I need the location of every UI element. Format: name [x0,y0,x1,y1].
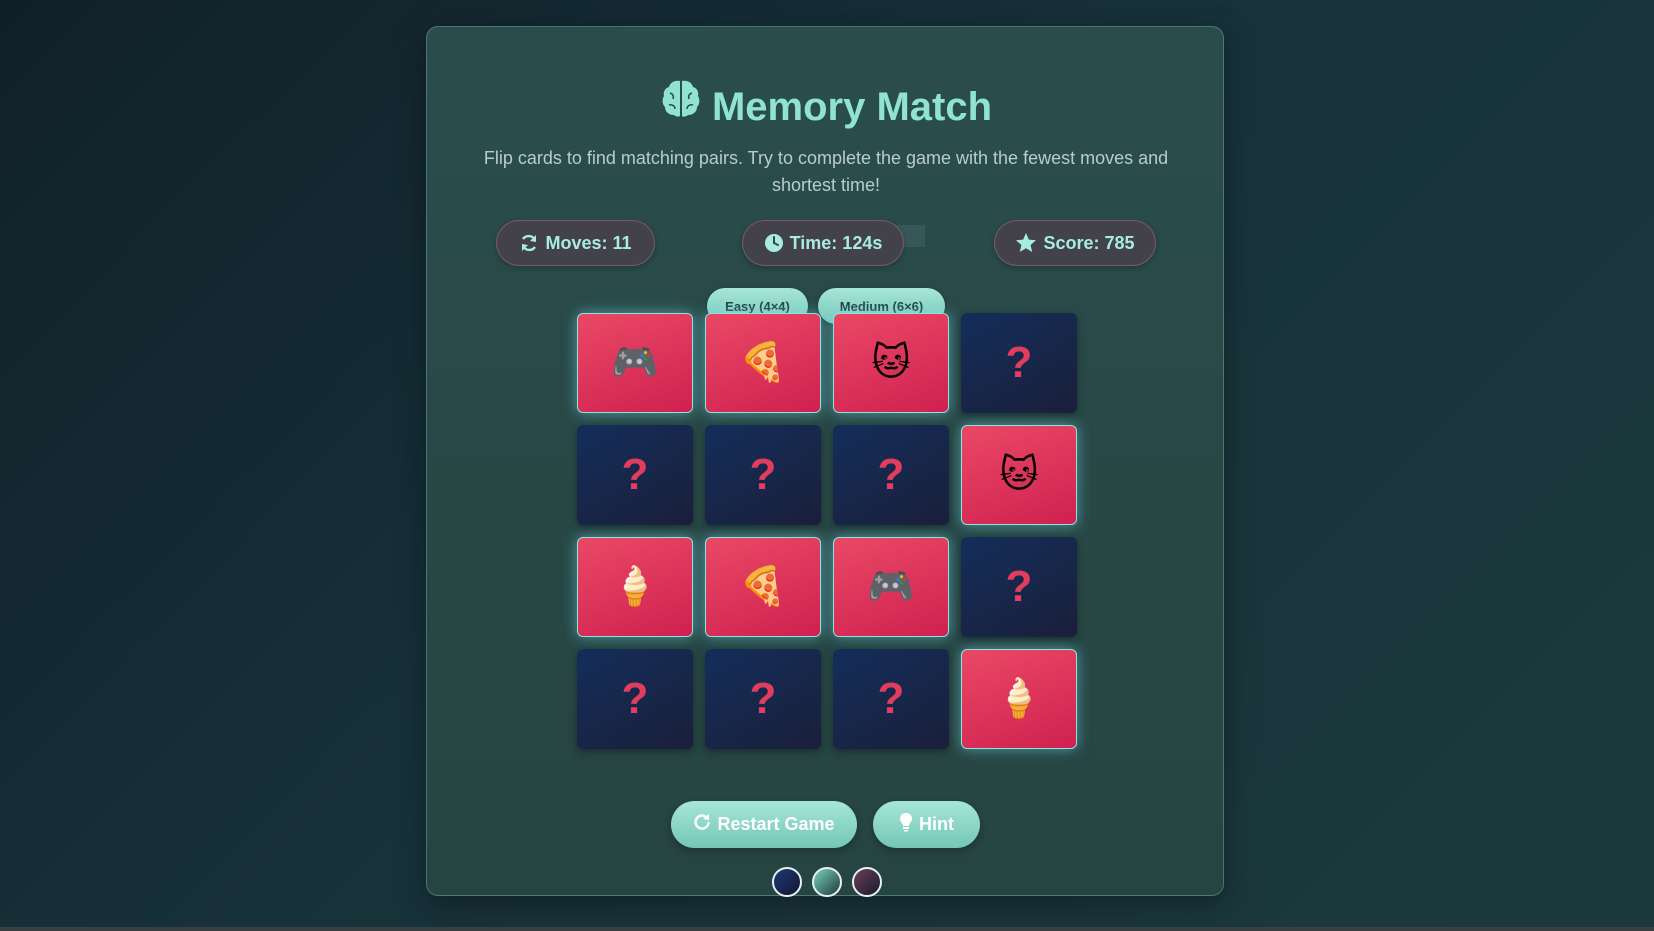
redo-icon [693,813,711,836]
lightbulb-icon [899,812,913,837]
card-ice-cream[interactable]: 🍦 [961,649,1077,749]
card-hidden[interactable]: ? [577,425,693,525]
game-panel: Memory Match Flip cards to find matching… [426,26,1225,897]
hint-label: Hint [919,814,954,834]
ice-cream-icon: 🍦 [611,566,659,608]
card-cat[interactable]: 🐱 [961,425,1077,525]
card-pizza[interactable]: 🍕 [705,537,821,637]
title-text: Memory Match [711,85,993,129]
card-hidden[interactable]: ? [577,649,693,749]
card-hidden[interactable]: ? [833,425,949,525]
restart-label: Restart Game [717,814,835,834]
card-ice-cream[interactable]: 🍦 [577,537,693,637]
game-controller-icon: 🎮 [867,566,915,608]
card-pizza[interactable]: 🍕 [705,313,821,413]
theme-teal-button[interactable] [812,867,842,897]
question-mark-icon: ? [621,450,649,499]
window-bottom-edge [0,927,1654,931]
star-icon [1015,232,1037,254]
question-mark-icon: ? [621,674,649,723]
question-mark-icon: ? [877,674,905,723]
question-mark-icon: ? [749,450,777,499]
instructions-text: Flip cards to find matching pairs. Try t… [483,148,1169,195]
pizza-icon: 🍕 [739,566,787,608]
question-mark-icon: ? [1005,562,1033,611]
clock-icon [764,233,784,253]
game-controller-icon: 🎮 [611,342,659,384]
cat-icon: 🐱 [999,454,1039,496]
score-counter: Score: 785 [994,220,1156,266]
cat-icon: 🐱 [871,342,911,384]
restart-button[interactable]: Restart Game [671,801,857,848]
page-title: Memory Match [427,79,1225,138]
refresh-icon [519,233,539,253]
card-hidden[interactable]: ? [961,313,1077,413]
card-hidden[interactable]: ? [705,649,821,749]
score-text: Score: 785 [1043,232,1135,253]
question-mark-icon: ? [749,674,777,723]
card-hidden[interactable]: ? [705,425,821,525]
card-hidden[interactable]: ? [833,649,949,749]
ice-cream-icon: 🍦 [995,678,1043,720]
card-cat[interactable]: 🐱 [833,313,949,413]
card-game-controller[interactable]: 🎮 [577,313,693,413]
time-counter: Time: 124s [742,220,904,266]
time-text: Time: 124s [789,232,883,253]
moves-counter: Moves: 11 [496,220,655,266]
hint-button[interactable]: Hint [873,801,980,848]
card-game-controller[interactable]: 🎮 [833,537,949,637]
brain-icon [660,77,702,134]
question-mark-icon: ? [877,450,905,499]
theme-dark-blue-button[interactable] [772,867,802,897]
question-mark-icon: ? [1005,338,1033,387]
moves-text: Moves: 11 [545,232,632,253]
card-hidden[interactable]: ? [961,537,1077,637]
pizza-icon: 🍕 [739,342,787,384]
theme-plum-button[interactable] [852,867,882,897]
